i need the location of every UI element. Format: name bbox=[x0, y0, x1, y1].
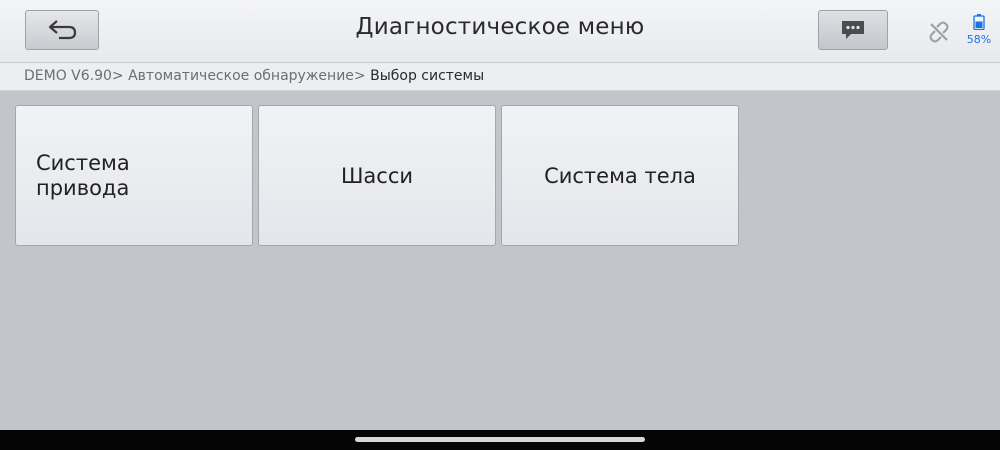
battery-icon bbox=[973, 14, 985, 31]
top-bar: Диагностическое меню 58% bbox=[0, 0, 1000, 63]
page-title: Диагностическое меню bbox=[355, 14, 645, 40]
back-arrow-icon bbox=[48, 20, 77, 40]
feedback-button[interactable] bbox=[818, 10, 888, 50]
chat-bubble-icon bbox=[842, 21, 864, 39]
battery-status: 58% bbox=[962, 14, 996, 48]
breadcrumb-path: DEMO V6.90> Автоматическое обнаружение> bbox=[24, 68, 366, 84]
system-tile-drive[interactable]: Система привода bbox=[15, 105, 253, 246]
battery-percent: 58% bbox=[966, 33, 992, 46]
disconnected-link-icon[interactable] bbox=[927, 20, 951, 44]
back-button[interactable] bbox=[25, 10, 99, 50]
breadcrumb: DEMO V6.90> Автоматическое обнаружение> … bbox=[24, 68, 484, 84]
system-tile-label: Шасси bbox=[340, 163, 414, 188]
breadcrumb-bar: DEMO V6.90> Автоматическое обнаружение> … bbox=[0, 63, 1000, 91]
system-tile-label: Система тела bbox=[544, 163, 696, 188]
breadcrumb-current: Выбор системы bbox=[365, 68, 485, 84]
system-tile-chassis[interactable]: Шасси bbox=[258, 105, 496, 246]
home-indicator[interactable] bbox=[355, 437, 645, 442]
system-tile-body[interactable]: Система тела bbox=[501, 105, 739, 246]
system-tile-label: Система привода bbox=[36, 150, 130, 200]
